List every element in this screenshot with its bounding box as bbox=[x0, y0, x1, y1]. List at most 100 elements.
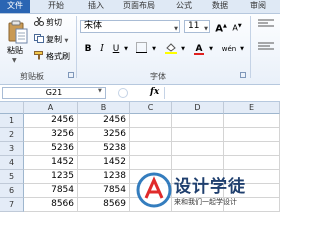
italic-button[interactable]: I bbox=[96, 42, 108, 56]
row-header[interactable]: 4 bbox=[0, 156, 24, 170]
row-header[interactable]: 7 bbox=[0, 198, 24, 212]
bold-button[interactable]: B bbox=[82, 42, 94, 56]
paste-button-label[interactable]: 粘贴 bbox=[7, 45, 23, 56]
phonetic-button[interactable]: wén bbox=[220, 42, 238, 56]
tab-page-layout[interactable]: 页面布局 bbox=[123, 0, 155, 13]
cell[interactable] bbox=[130, 156, 172, 170]
watermark-title: 设计学徒 bbox=[174, 177, 246, 197]
cell[interactable]: 7854 bbox=[24, 184, 78, 198]
cell[interactable]: 8569 bbox=[78, 198, 130, 212]
font-group-label: 字体 bbox=[150, 72, 166, 81]
ribbon-tabs: 文件 开始 插入 页面布局 公式 数据 审阅 bbox=[0, 0, 280, 14]
formula-input[interactable] bbox=[164, 87, 279, 99]
cell[interactable]: 1238 bbox=[78, 170, 130, 184]
format-painter-icon bbox=[34, 51, 44, 60]
chevron-down-icon: ▼ bbox=[174, 26, 178, 32]
cut-button[interactable]: 剪切 bbox=[34, 16, 62, 29]
cell[interactable]: 3256 bbox=[24, 128, 78, 142]
cut-label: 剪切 bbox=[46, 18, 62, 27]
cell[interactable] bbox=[130, 114, 172, 128]
tab-formulas[interactable]: 公式 bbox=[176, 0, 192, 13]
cell[interactable] bbox=[224, 128, 280, 142]
column-header[interactable]: A bbox=[24, 102, 78, 114]
borders-button[interactable] bbox=[134, 42, 148, 56]
cell[interactable]: 5236 bbox=[24, 142, 78, 156]
borders-dropdown-icon[interactable]: ▼ bbox=[150, 42, 158, 56]
column-header[interactable]: E bbox=[224, 102, 280, 114]
row-header[interactable]: 1 bbox=[0, 114, 24, 128]
fill-color-button[interactable] bbox=[164, 42, 178, 56]
cell[interactable] bbox=[130, 128, 172, 142]
cell[interactable] bbox=[172, 156, 224, 170]
cell[interactable] bbox=[172, 128, 224, 142]
name-box[interactable]: G21 bbox=[2, 87, 106, 99]
underline-button[interactable]: U bbox=[110, 42, 122, 56]
chevron-down-icon[interactable]: ▼ bbox=[98, 88, 102, 94]
row-header[interactable]: 2 bbox=[0, 128, 24, 142]
tab-file[interactable]: 文件 bbox=[0, 0, 30, 13]
format-painter-button[interactable]: 格式刷 bbox=[34, 51, 70, 63]
group-divider bbox=[250, 16, 251, 78]
cancel-entry-icon[interactable] bbox=[118, 88, 128, 98]
cell[interactable] bbox=[224, 114, 280, 128]
cell[interactable]: 7854 bbox=[78, 184, 130, 198]
watermark-subtitle: 来和我们一起学设计 bbox=[174, 198, 237, 206]
paste-icon[interactable] bbox=[8, 20, 28, 44]
row-header[interactable]: 3 bbox=[0, 142, 24, 156]
copy-label: 复制 bbox=[46, 35, 62, 44]
clipboard-group-label: 剪贴板 bbox=[20, 72, 44, 81]
font-name-select[interactable]: 宋体 ▼ bbox=[80, 20, 180, 33]
column-header[interactable]: B bbox=[78, 102, 130, 114]
align-lines-icon bbox=[258, 19, 274, 27]
increase-font-size-button[interactable]: A▲ bbox=[214, 19, 228, 34]
font-name-value: 宋体 bbox=[84, 21, 103, 31]
decrease-font-size-button[interactable]: A▼ bbox=[230, 19, 244, 33]
select-all-corner[interactable] bbox=[0, 102, 24, 114]
font-dialog-launcher[interactable] bbox=[240, 72, 246, 78]
align-lines-icon bbox=[258, 42, 274, 50]
copy-dropdown-icon[interactable]: ▼ bbox=[65, 38, 69, 44]
column-header[interactable]: D bbox=[172, 102, 224, 114]
font-color-dropdown-icon[interactable]: ▼ bbox=[207, 42, 215, 56]
cell[interactable]: 2456 bbox=[78, 114, 130, 128]
align-left-button[interactable] bbox=[256, 42, 276, 56]
copy-button[interactable]: 复制 ▼ bbox=[34, 34, 68, 46]
tab-home[interactable]: 开始 bbox=[48, 0, 64, 13]
cell[interactable]: 8566 bbox=[24, 198, 78, 212]
cell[interactable] bbox=[130, 142, 172, 156]
font-size-select[interactable]: 11 ▼ bbox=[184, 20, 210, 33]
font-color-swatch bbox=[194, 53, 204, 55]
cell[interactable] bbox=[172, 142, 224, 156]
tab-data[interactable]: 数据 bbox=[212, 0, 228, 13]
align-top-button[interactable] bbox=[256, 19, 276, 33]
underline-dropdown-icon[interactable]: ▼ bbox=[122, 42, 130, 56]
cell[interactable]: 1452 bbox=[78, 156, 130, 170]
cell[interactable] bbox=[224, 142, 280, 156]
insert-function-button[interactable]: fx bbox=[150, 87, 159, 97]
tab-review[interactable]: 审阅 bbox=[250, 0, 266, 13]
phonetic-glyph: wén bbox=[221, 45, 237, 53]
copy-icon bbox=[34, 34, 44, 43]
ribbon-home: 粘贴 ▼ 剪切 复制 ▼ 格式刷 剪贴板 宋体 ▼ 11 ▼ A▲ A▼ B I… bbox=[0, 14, 280, 85]
watermark-logo: 设计学徒 来和我们一起学设计 bbox=[136, 170, 280, 210]
row-header[interactable]: 5 bbox=[0, 170, 24, 184]
cell[interactable]: 1235 bbox=[24, 170, 78, 184]
column-header[interactable]: C bbox=[130, 102, 172, 114]
scissors-icon bbox=[34, 16, 44, 26]
row-header[interactable]: 6 bbox=[0, 184, 24, 198]
phonetic-dropdown-icon[interactable]: ▼ bbox=[238, 42, 246, 56]
format-painter-label: 格式刷 bbox=[46, 52, 70, 61]
cell[interactable]: 2456 bbox=[24, 114, 78, 128]
cell[interactable]: 1452 bbox=[24, 156, 78, 170]
formula-bar: G21 ▼ fx bbox=[0, 86, 280, 102]
tab-insert[interactable]: 插入 bbox=[88, 0, 104, 13]
group-divider bbox=[76, 16, 77, 78]
clipboard-dialog-launcher[interactable] bbox=[68, 72, 74, 78]
cell[interactable]: 5238 bbox=[78, 142, 130, 156]
cell[interactable] bbox=[172, 114, 224, 128]
font-color-button[interactable]: A bbox=[192, 42, 206, 56]
paste-dropdown-icon[interactable]: ▼ bbox=[12, 57, 17, 64]
cell[interactable]: 3256 bbox=[78, 128, 130, 142]
fill-color-dropdown-icon[interactable]: ▼ bbox=[179, 42, 187, 56]
cell[interactable] bbox=[224, 156, 280, 170]
